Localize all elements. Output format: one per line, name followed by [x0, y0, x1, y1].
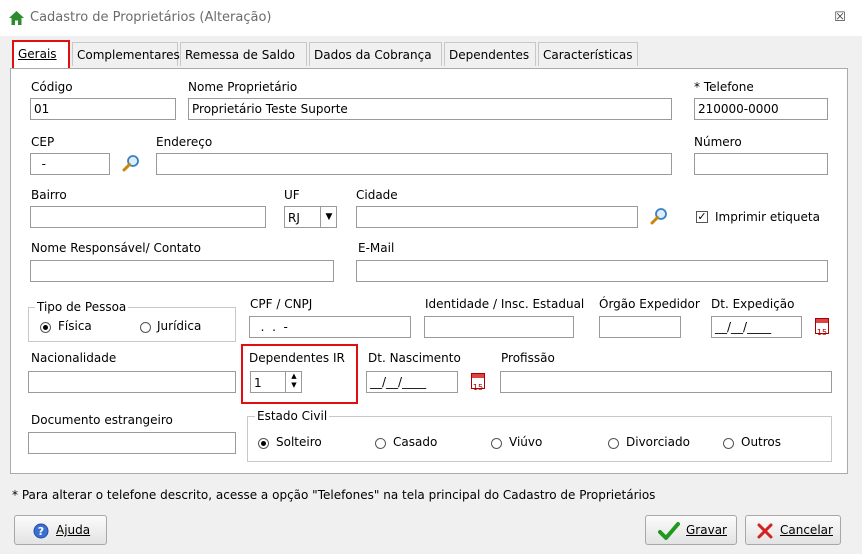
- viuvo-radio[interactable]: [491, 438, 502, 449]
- orgao-label: Órgão Expedidor: [599, 297, 700, 311]
- cep-label: CEP: [31, 135, 55, 149]
- cpf-label: CPF / CNPJ: [250, 297, 313, 311]
- identidade-label: Identidade / Insc. Estadual: [425, 297, 585, 311]
- endereco-label: Endereço: [156, 135, 213, 149]
- codigo-input[interactable]: 01: [30, 98, 176, 120]
- uf-value: RJ: [288, 211, 300, 225]
- save-button-label: Gravar: [686, 523, 727, 537]
- endereco-input[interactable]: [156, 153, 672, 175]
- tab-dependentes[interactable]: Dependentes: [444, 42, 536, 66]
- tipo-pessoa-title: Tipo de Pessoa: [35, 300, 129, 314]
- doc-estrangeiro-input[interactable]: [28, 432, 236, 454]
- fisica-label: Física: [58, 319, 92, 333]
- tab-complementares[interactable]: Complementares: [72, 42, 180, 66]
- numero-label: Número: [694, 135, 742, 149]
- home-icon: [9, 11, 24, 25]
- tab-gerais[interactable]: Gerais: [12, 40, 70, 70]
- cep-input[interactable]: -: [30, 153, 110, 175]
- orgao-input[interactable]: [599, 316, 681, 338]
- search-icon[interactable]: [650, 207, 668, 225]
- divorciado-radio[interactable]: [608, 438, 619, 449]
- help-button-label: Ajuda: [56, 523, 91, 537]
- juridica-label: Jurídica: [157, 319, 202, 333]
- outros-radio[interactable]: [723, 438, 734, 449]
- search-icon[interactable]: [122, 154, 140, 172]
- cidade-label: Cidade: [356, 188, 398, 202]
- casado-radio[interactable]: [375, 438, 386, 449]
- telefone-input[interactable]: 210000-0000: [694, 98, 828, 120]
- telefone-note: * Para alterar o telefone descrito, aces…: [12, 488, 656, 502]
- nome-input[interactable]: Proprietário Teste Suporte: [188, 98, 672, 120]
- email-input[interactable]: [356, 260, 828, 282]
- estado-civil-title: Estado Civil: [255, 409, 330, 423]
- help-icon: ?: [33, 523, 49, 539]
- doc-estrangeiro-label: Documento estrangeiro: [31, 413, 173, 427]
- imprimir-etiqueta-checkbox[interactable]: ✓: [696, 211, 708, 223]
- codigo-label: Código: [31, 80, 73, 94]
- tab-caracteristicas[interactable]: Características: [538, 42, 638, 66]
- dependentes-ir-value: 1: [254, 376, 262, 390]
- cancel-button-label: Cancelar: [780, 523, 833, 537]
- numero-input[interactable]: [694, 153, 828, 175]
- identidade-input[interactable]: [424, 316, 574, 338]
- solteiro-label: Solteiro: [276, 435, 322, 449]
- bairro-input[interactable]: [30, 206, 266, 228]
- dt-nascimento-label: Dt. Nascimento: [368, 351, 461, 365]
- solteiro-radio[interactable]: [258, 438, 269, 449]
- bairro-label: Bairro: [31, 188, 67, 202]
- profissao-label: Profissão: [501, 351, 555, 365]
- nacionalidade-input[interactable]: [28, 371, 236, 393]
- dt-nascimento-input[interactable]: __/__/____: [366, 371, 458, 393]
- dt-expedicao-label: Dt. Expedição: [711, 297, 795, 311]
- calendar-icon[interactable]: 15: [471, 373, 485, 392]
- save-button[interactable]: Gravar: [645, 515, 737, 545]
- divorciado-label: Divorciado: [626, 435, 690, 449]
- viuvo-label: Viúvo: [509, 435, 543, 449]
- close-icon: [757, 523, 773, 539]
- dt-expedicao-input[interactable]: __/__/____: [711, 316, 802, 338]
- svg-text:?: ?: [38, 525, 44, 538]
- responsavel-input[interactable]: [30, 260, 334, 282]
- cpf-input[interactable]: . . -: [249, 316, 411, 338]
- cancel-button[interactable]: Cancelar: [745, 515, 841, 545]
- responsavel-label: Nome Responsável/ Contato: [31, 241, 201, 255]
- casado-label: Casado: [393, 435, 438, 449]
- uf-label: UF: [284, 188, 300, 202]
- tab-remessa-de-saldo[interactable]: Remessa de Saldo: [180, 42, 307, 66]
- chevron-down-icon[interactable]: ▼: [320, 207, 336, 227]
- outros-label: Outros: [741, 435, 782, 449]
- close-icon[interactable]: ☒: [832, 10, 848, 25]
- dependentes-ir-stepper[interactable]: 1 ▲ ▼: [250, 371, 302, 393]
- nome-label: Nome Proprietário: [188, 80, 298, 94]
- fisica-radio[interactable]: [40, 322, 51, 333]
- juridica-radio[interactable]: [140, 322, 151, 333]
- uf-select[interactable]: RJ ▼: [284, 206, 337, 228]
- nacionalidade-label: Nacionalidade: [31, 351, 117, 365]
- spinner-arrows-icon[interactable]: ▲ ▼: [285, 372, 301, 392]
- tab-dados-da-cobranca[interactable]: Dados da Cobrança: [309, 42, 442, 66]
- help-button[interactable]: ? Ajuda: [14, 515, 107, 545]
- email-label: E-Mail: [358, 241, 395, 255]
- cidade-input[interactable]: [356, 206, 638, 228]
- calendar-icon[interactable]: 15: [815, 318, 829, 337]
- checkmark-icon: [658, 522, 680, 540]
- profissao-input[interactable]: [500, 371, 832, 393]
- telefone-label: * Telefone: [694, 80, 754, 94]
- imprimir-etiqueta-label: Imprimir etiqueta: [715, 210, 820, 224]
- dependentes-ir-label: Dependentes IR: [249, 351, 345, 365]
- window-title: Cadastro de Proprietários (Alteração): [30, 10, 272, 25]
